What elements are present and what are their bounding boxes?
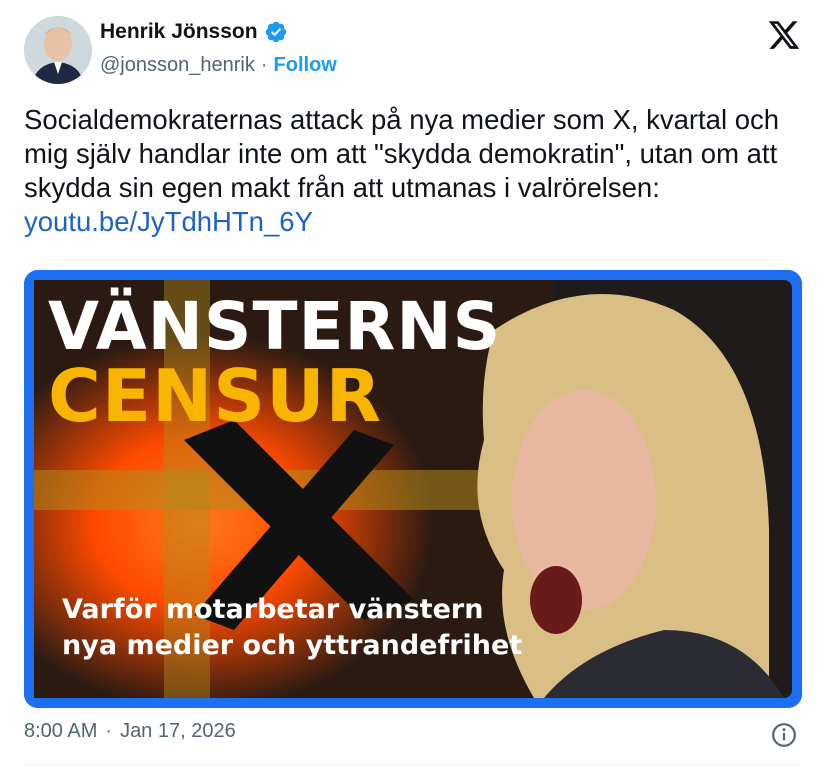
thumbnail-subtitle-line2: nya medier och yttrandefrihet — [62, 630, 523, 661]
author-handle[interactable]: @jonsson_henrik — [100, 54, 255, 77]
avatar-image — [24, 16, 92, 84]
x-logo-icon[interactable] — [767, 18, 801, 52]
verified-badge-icon — [265, 21, 286, 43]
follow-button[interactable]: Follow — [274, 54, 337, 77]
thumbnail-subtitle: Varför motarbetar vänstern nya medier oc… — [62, 592, 522, 664]
tweet-date[interactable]: Jan 17, 2026 — [120, 720, 236, 743]
tweet-time[interactable]: 8:00 AM — [24, 720, 97, 743]
author-name[interactable]: Henrik Jönsson — [100, 20, 258, 44]
divider — [24, 764, 801, 765]
thumbnail-title-line2: CENSUR — [48, 354, 383, 438]
avatar[interactable] — [24, 16, 92, 84]
tweet-body: Socialdemokraternas attack på nya medier… — [24, 104, 780, 203]
media-thumbnail[interactable]: VÄNSTERNS CENSUR Varför motarbetar vänst… — [24, 270, 802, 708]
tweet-text: Socialdemokraternas attack på nya medier… — [24, 103, 804, 239]
thumbnail-subtitle-line1: Varför motarbetar vänstern — [62, 594, 484, 625]
tweet-link[interactable]: youtu.be/JyTdhHTn_6Y — [24, 206, 313, 237]
info-icon[interactable] — [771, 722, 797, 748]
separator-dot: · — [105, 720, 113, 742]
tweet-header: Henrik Jönsson @jonsson_henrik · Follow — [24, 14, 805, 90]
separator-dot: · — [260, 54, 268, 76]
tweet-footer: 8:00 AM · Jan 17, 2026 — [24, 720, 801, 750]
